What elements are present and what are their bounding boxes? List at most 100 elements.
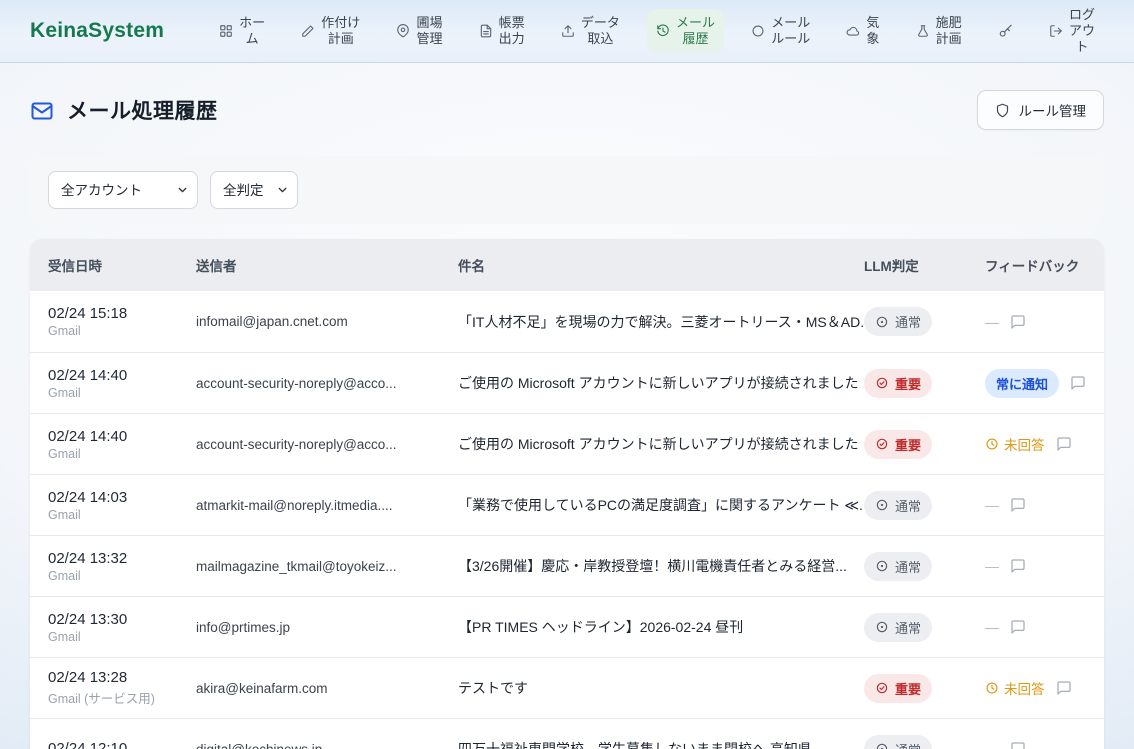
received-datetime: 02/24 13:28 (48, 669, 182, 686)
shield-icon (995, 103, 1010, 118)
nav-item-planting-plan[interactable]: 作付け 計画 (292, 9, 369, 54)
table-row[interactable]: 02/24 12:10 digital@kochinews.jp 四万十福祉専門… (30, 718, 1104, 749)
feedback-pending: 未回答 (985, 434, 1045, 454)
top-navigation-bar: KeinaSystem ホー ム 作付け 計画 圃場 管理 帳票 出力 データ … (0, 0, 1134, 63)
table-row[interactable]: 02/24 13:32 Gmail mailmagazine_tkmail@to… (30, 535, 1104, 596)
upload-icon (561, 24, 575, 38)
nav-item-weather[interactable]: 気 象 (837, 9, 888, 54)
feedback-none: — (985, 619, 999, 635)
page-header: メール処理履歴 ルール管理 (30, 90, 1104, 130)
table-row[interactable]: 02/24 14:40 Gmail account-security-norep… (30, 352, 1104, 413)
subject: ご使用の Microsoft アカウントに新しいアプリが接続されました (458, 373, 864, 393)
feedback-cell: — (985, 619, 1104, 635)
table-row[interactable]: 02/24 14:40 Gmail account-security-norep… (30, 413, 1104, 474)
llm-judgment-cell: 通常 (864, 613, 985, 642)
comment-icon[interactable] (1010, 314, 1026, 330)
comment-icon[interactable] (1010, 558, 1026, 574)
sender: akira@keinafarm.com (196, 681, 458, 696)
nav-item-data-import[interactable]: データ 取込 (552, 9, 629, 54)
nav-item-home[interactable]: ホー ム (210, 9, 274, 54)
column-header-received: 受信日時 (48, 255, 196, 275)
received-datetime-cell: 02/24 14:03 Gmail (48, 489, 196, 522)
nav-item-fertilizer-plan[interactable]: 施肥 計画 (907, 9, 971, 54)
received-datetime-cell: 02/24 14:40 Gmail (48, 367, 196, 400)
llm-judgment-cell: 通常 (864, 735, 985, 749)
document-icon (479, 24, 493, 38)
llm-judgment-badge: 重要 (864, 674, 932, 703)
app-logo[interactable]: KeinaSystem (30, 19, 164, 43)
map-pin-icon (396, 24, 410, 38)
nav-label: 気 象 (866, 15, 879, 48)
llm-judgment-cell: 通常 (864, 552, 985, 581)
logout-icon (1049, 24, 1063, 38)
sender: digital@kochinews.jp (196, 742, 458, 749)
received-datetime-cell: 02/24 13:28 Gmail (サービス用) (48, 669, 196, 707)
nav-item-report-output[interactable]: 帳票 出力 (470, 9, 534, 54)
received-datetime: 02/24 14:40 (48, 367, 182, 384)
comment-icon[interactable] (1056, 436, 1072, 452)
flask-icon (916, 24, 930, 38)
check-circle-icon (875, 437, 889, 451)
subject: 【3/26開催】慶応・岸教授登壇！横川電機責任者とみる経営... (458, 556, 864, 576)
nav-label: ホー ム (239, 15, 265, 48)
circle-icon (751, 24, 765, 38)
feedback-cell: — (985, 741, 1104, 749)
sender: infomail@japan.cnet.com (196, 314, 458, 329)
cloud-icon (846, 24, 860, 38)
filter-bar: 全アカウント 全判定 (30, 156, 1104, 224)
feedback-none: — (985, 314, 999, 330)
nav-item-mail-history[interactable]: メール 履歴 (647, 9, 724, 54)
table-row[interactable]: 02/24 13:30 Gmail info@prtimes.jp 【PR TI… (30, 596, 1104, 657)
pencil-icon (301, 24, 315, 38)
comment-icon[interactable] (1010, 741, 1026, 749)
sender: account-security-noreply@acco... (196, 437, 458, 452)
llm-judgment-cell: 重要 (864, 430, 985, 459)
subject: 「業務で使用しているPCの満足度調査」に関するアンケート ≪... (458, 495, 864, 515)
table-row[interactable]: 02/24 15:18 Gmail infomail@japan.cnet.co… (30, 291, 1104, 352)
check-circle-icon (875, 681, 889, 695)
check-circle-icon (875, 376, 889, 390)
account-label: Gmail (48, 569, 182, 583)
nav-item-logout[interactable]: ログ アウ ト (1040, 1, 1104, 62)
account-filter-select[interactable]: 全アカウント (48, 171, 198, 209)
comment-icon[interactable] (1010, 619, 1026, 635)
llm-judgment-badge: 通常 (864, 613, 932, 642)
comment-icon[interactable] (1056, 680, 1072, 696)
nav-label: ログ アウ ト (1069, 7, 1095, 56)
account-label: Gmail (48, 324, 182, 338)
account-label: Gmail (48, 508, 182, 522)
sender: atmarkit-mail@noreply.itmedia.... (196, 498, 458, 513)
circle-dot-icon (875, 742, 889, 749)
comment-icon[interactable] (1010, 497, 1026, 513)
nav-item-password[interactable] (989, 18, 1022, 45)
feedback-cell: — (985, 497, 1104, 513)
table-row[interactable]: 02/24 14:03 Gmail atmarkit-mail@noreply.… (30, 474, 1104, 535)
rule-management-button[interactable]: ルール管理 (977, 90, 1105, 130)
subject: テストです (458, 678, 864, 698)
feedback-cell: 未回答 (985, 434, 1104, 454)
feedback-cell: — (985, 314, 1104, 330)
llm-judgment-badge: 通常 (864, 491, 932, 520)
llm-judgment-cell: 通常 (864, 307, 985, 336)
column-header-llm-judgment: LLM判定 (864, 255, 985, 275)
subject: 四万十福祉専門学校、学生募集しないまま閉校へ 高知県... (458, 739, 864, 749)
received-datetime-cell: 02/24 15:18 Gmail (48, 305, 196, 338)
account-label: Gmail (48, 447, 182, 461)
received-datetime-cell: 02/24 13:30 Gmail (48, 611, 196, 644)
llm-judgment-cell: 重要 (864, 369, 985, 398)
comment-icon[interactable] (1070, 375, 1086, 391)
grid-icon (219, 24, 233, 38)
account-label: Gmail (サービス用) (48, 688, 182, 707)
circle-dot-icon (875, 559, 889, 573)
nav-item-mail-rules[interactable]: メール ルール (742, 9, 819, 54)
key-icon (998, 24, 1013, 39)
received-datetime: 02/24 14:03 (48, 489, 182, 506)
received-datetime-cell: 02/24 12:10 (48, 740, 196, 749)
column-header-feedback: フィードバック (985, 255, 1104, 275)
page-title: メール処理履歴 (67, 95, 218, 125)
nav-item-field-management[interactable]: 圃場 管理 (387, 9, 451, 54)
table-row[interactable]: 02/24 13:28 Gmail (サービス用) akira@keinafar… (30, 657, 1104, 718)
judgment-filter-select[interactable]: 全判定 (210, 171, 298, 209)
feedback-pending: 未回答 (985, 678, 1045, 698)
column-header-subject: 件名 (458, 255, 864, 275)
